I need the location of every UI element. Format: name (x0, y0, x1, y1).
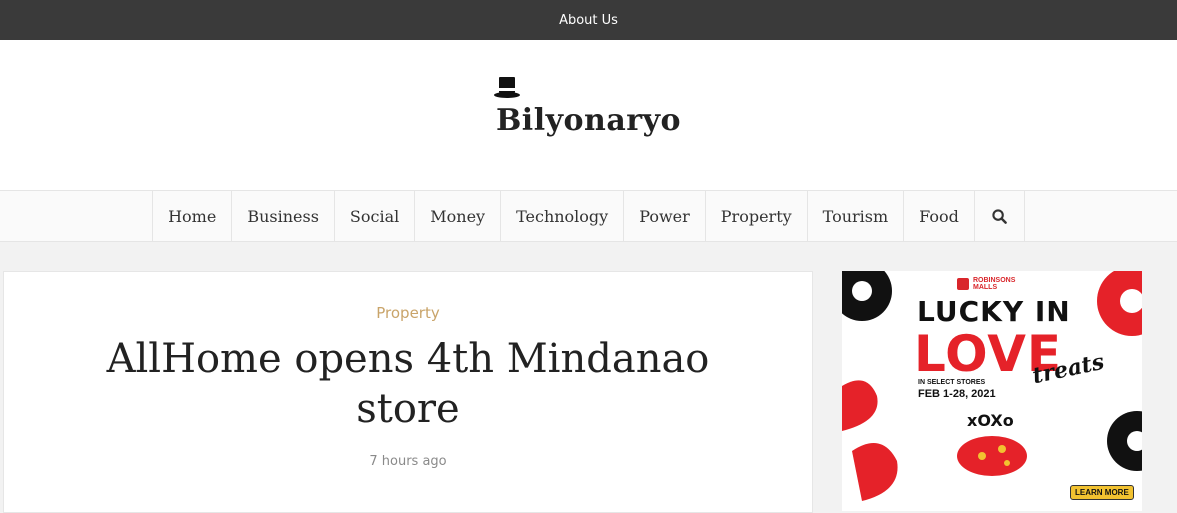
sidebar-ad-banner[interactable]: ROBINSONS MALLS LUCKY IN LOVE treats IN … (842, 271, 1142, 511)
search-icon (992, 208, 1007, 224)
nav-item-food[interactable]: Food (904, 191, 975, 241)
article-card: Property AllHome opens 4th Mindanao stor… (3, 271, 813, 513)
ad-brand-text: ROBINSONS MALLS (973, 277, 1016, 291)
site-logo-text: Bilyonaryo (495, 102, 682, 138)
ad-xoxo: xOXo (967, 411, 1014, 430)
nav-item-technology[interactable]: Technology (501, 191, 625, 241)
article-title: AllHome opens 4th Mindanao store (106, 336, 710, 432)
article-timestamp: 7 hours ago (369, 454, 447, 469)
nav-item-tourism[interactable]: Tourism (808, 191, 905, 241)
nav-item-money[interactable]: Money (415, 191, 502, 241)
top-bar: About Us (0, 0, 1177, 40)
about-us-link[interactable]: About Us (559, 13, 618, 28)
ad-headline-1: LUCKY IN (917, 295, 1071, 328)
nav-item-social[interactable]: Social (335, 191, 416, 241)
ad-subtext-2: FEB 1-28, 2021 (918, 388, 996, 400)
ad-brand: ROBINSONS MALLS (957, 277, 1023, 291)
ad-subtext-1: IN SELECT STORES (918, 379, 986, 386)
nav-item-power[interactable]: Power (624, 191, 706, 241)
top-hat-icon (493, 76, 520, 98)
ad-learn-more-button[interactable]: LEARN MORE (1070, 485, 1134, 500)
article-category[interactable]: Property (4, 304, 812, 322)
site-logo[interactable]: Bilyonaryo (493, 76, 682, 138)
nav-item-property[interactable]: Property (706, 191, 808, 241)
nav-item-business[interactable]: Business (232, 191, 335, 241)
site-header: Bilyonaryo (0, 40, 1177, 190)
ad-brand-logo-icon (957, 278, 969, 290)
search-button[interactable] (975, 191, 1025, 241)
nav-item-home[interactable]: Home (153, 191, 233, 241)
main-nav: Home Business Social Money Technology Po… (0, 190, 1177, 242)
